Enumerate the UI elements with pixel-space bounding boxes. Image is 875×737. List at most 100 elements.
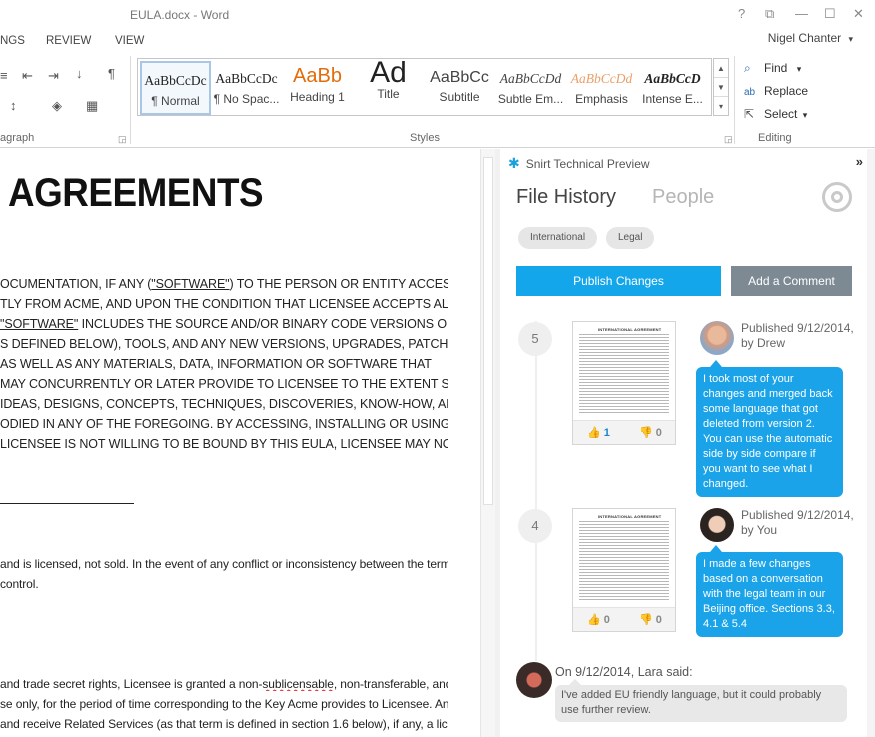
style-name: ¶ Normal — [151, 94, 200, 108]
doc-text-line: se only, for the period of time correspo… — [0, 697, 448, 711]
avatar — [516, 662, 552, 698]
doc-text-line: MAY CONCURRENTLY OR LATER PROVIDE TO LIC… — [0, 377, 448, 391]
doc-text-line: and trade secret rights, Licensee is gra… — [0, 677, 448, 691]
published-by: by Drew — [741, 336, 786, 350]
doc-text-line: control. — [0, 577, 39, 591]
thumbs-up-icon: 👍 — [587, 427, 601, 439]
increase-indent-icon[interactable]: ⇥ — [48, 68, 59, 84]
like-button[interactable]: 👍 1 — [587, 426, 610, 439]
scroll-up-icon[interactable]: ▲ — [714, 59, 728, 78]
tab-mailings[interactable]: NGS — [0, 35, 25, 47]
help-icon[interactable]: ? — [738, 6, 745, 21]
comment-message: I've added EU friendly language, but it … — [555, 679, 847, 722]
ribbon-tabs: NGS REVIEW VIEW Nigel Chanter ▾ — [0, 30, 875, 52]
doc-text-line: IDEAS, DESIGNS, CONCEPTS, TECHNIQUES, DI… — [0, 397, 448, 411]
more-styles-icon[interactable]: ▾ — [714, 97, 728, 116]
maximize-icon[interactable]: ☐ — [824, 6, 836, 22]
select-button[interactable]: ⇱ Select ▾ — [744, 107, 807, 121]
style-name: ¶ No Spac... — [213, 92, 280, 106]
ribbon-display-options-icon[interactable]: ⧉ — [765, 6, 774, 22]
style-heading-1[interactable]: AaBb Heading 1 — [282, 61, 353, 115]
timeline-line — [535, 321, 537, 661]
borders-icon[interactable]: ▦ — [86, 98, 98, 114]
pane-title: Snirt Technical Preview — [525, 157, 650, 171]
published-by: by You — [741, 523, 778, 537]
decrease-indent-icon[interactable]: ⇤ — [22, 68, 33, 84]
chevron-down-icon: ▾ — [802, 110, 808, 120]
like-button[interactable]: 👍 0 — [587, 613, 610, 626]
preview-title: INTERNATIONAL AGREEMENT — [598, 327, 662, 332]
styles-group-label: Styles — [410, 132, 440, 144]
style-sample: AaBbCcDd — [499, 71, 562, 86]
doc-text-line: AS WELL AS ANY MATERIALS, DATA, INFORMAT… — [0, 357, 432, 371]
scroll-down-icon[interactable]: ▼ — [714, 78, 728, 97]
style-title[interactable]: Ad Title — [353, 61, 424, 115]
style-name: Heading 1 — [290, 90, 345, 104]
style-sample: AaBb — [293, 65, 342, 87]
like-count: 0 — [603, 614, 610, 626]
document-scrollbar[interactable] — [480, 149, 495, 737]
find-button[interactable]: ⌕ Find ▾ — [744, 61, 801, 76]
style-name: Subtitle — [439, 90, 480, 104]
preview-text — [579, 521, 669, 601]
tab-review[interactable]: REVIEW — [46, 35, 91, 47]
styles-launcher-icon[interactable]: ◲ — [724, 134, 733, 145]
paragraph-launcher-icon[interactable]: ◲ — [118, 134, 127, 145]
tab-people[interactable]: People — [652, 186, 714, 209]
scrollbar-thumb[interactable] — [483, 157, 493, 505]
tab-file-history[interactable]: File History — [516, 186, 616, 209]
minimize-icon[interactable]: — — [795, 6, 808, 21]
pane-header: ✱ Snirt Technical Preview — [508, 155, 650, 172]
styles-scrollbar[interactable]: ▲ ▼ ▾ — [713, 58, 729, 116]
doc-text-line: "SOFTWARE" INCLUDES THE SOURCE AND/OR BI… — [0, 317, 448, 331]
tag-international[interactable]: International — [518, 227, 598, 249]
version-thumbnail[interactable]: INTERNATIONAL AGREEMENT 👍 0 👎 0 — [572, 508, 676, 632]
version-message: I took most of your changes and merged b… — [696, 360, 843, 497]
collapse-pane-icon[interactable]: » — [856, 154, 863, 169]
snirt-logo-icon: ✱ — [508, 155, 520, 171]
style-sample: AaBbCcD — [644, 71, 701, 86]
published-info: Published 9/12/2014, by You — [741, 508, 854, 538]
dislike-button[interactable]: 👎 0 — [639, 426, 662, 439]
style-subtle-emphasis[interactable]: AaBbCcDd Subtle Em... — [495, 61, 566, 115]
close-icon[interactable]: ✕ — [853, 6, 864, 22]
tag-legal[interactable]: Legal — [606, 227, 655, 249]
show-formatting-icon[interactable]: ¶ — [108, 66, 115, 81]
gear-icon[interactable] — [822, 182, 852, 212]
pane-scrollbar[interactable] — [867, 149, 875, 737]
style-subtitle[interactable]: AaBbCc Subtitle — [424, 61, 495, 115]
user-account[interactable]: Nigel Chanter ▾ — [768, 31, 853, 45]
style-no-spacing[interactable]: AaBbCcDc ¶ No Spac... — [211, 61, 282, 115]
comment-author-line: On 9/12/2014, Lara said: — [555, 665, 693, 679]
version-thumbnail[interactable]: INTERNATIONAL AGREEMENT 👍 1 👎 0 — [572, 321, 676, 445]
version-badge: 5 — [518, 322, 552, 356]
version-badge: 4 — [518, 509, 552, 543]
style-name: Intense E... — [642, 92, 703, 106]
preview-title: INTERNATIONAL AGREEMENT — [598, 514, 662, 519]
dislike-button[interactable]: 👎 0 — [639, 613, 662, 626]
style-sample: Ad — [370, 61, 407, 89]
publish-changes-button[interactable]: Publish Changes — [516, 266, 721, 296]
style-normal[interactable]: AaBbCcDc ¶ Normal — [140, 61, 211, 115]
replace-label: Replace — [764, 84, 809, 98]
like-count: 1 — [603, 427, 610, 439]
vote-bar: 👍 0 👎 0 — [573, 607, 675, 631]
tab-view[interactable]: VIEW — [115, 35, 144, 47]
sort-icon[interactable]: ↓ — [76, 66, 83, 81]
dislike-count: 0 — [655, 427, 662, 439]
ribbon-divider — [734, 56, 735, 144]
document-preview: INTERNATIONAL AGREEMENT — [576, 325, 672, 417]
style-name: Title — [377, 87, 400, 101]
style-emphasis[interactable]: AaBbCcDd Emphasis — [566, 61, 637, 115]
user-name: Nigel Chanter — [767, 31, 842, 45]
align-icon[interactable]: ≡ — [0, 68, 8, 83]
document-page[interactable]: AGREEMENTS OCUMENTATION, IF ANY ("SOFTWA… — [0, 149, 480, 737]
shading-icon[interactable]: ◈ — [52, 98, 62, 114]
thumbs-down-icon: 👎 — [639, 614, 653, 626]
paragraph-group-label: agraph — [0, 132, 35, 144]
style-intense-emphasis[interactable]: AaBbCcD Intense E... — [637, 61, 708, 115]
line-spacing-icon[interactable]: ↕ — [10, 98, 17, 113]
preview-text — [579, 334, 669, 414]
replace-button[interactable]: ab Replace — [744, 84, 808, 98]
add-comment-button[interactable]: Add a Comment — [731, 266, 852, 296]
